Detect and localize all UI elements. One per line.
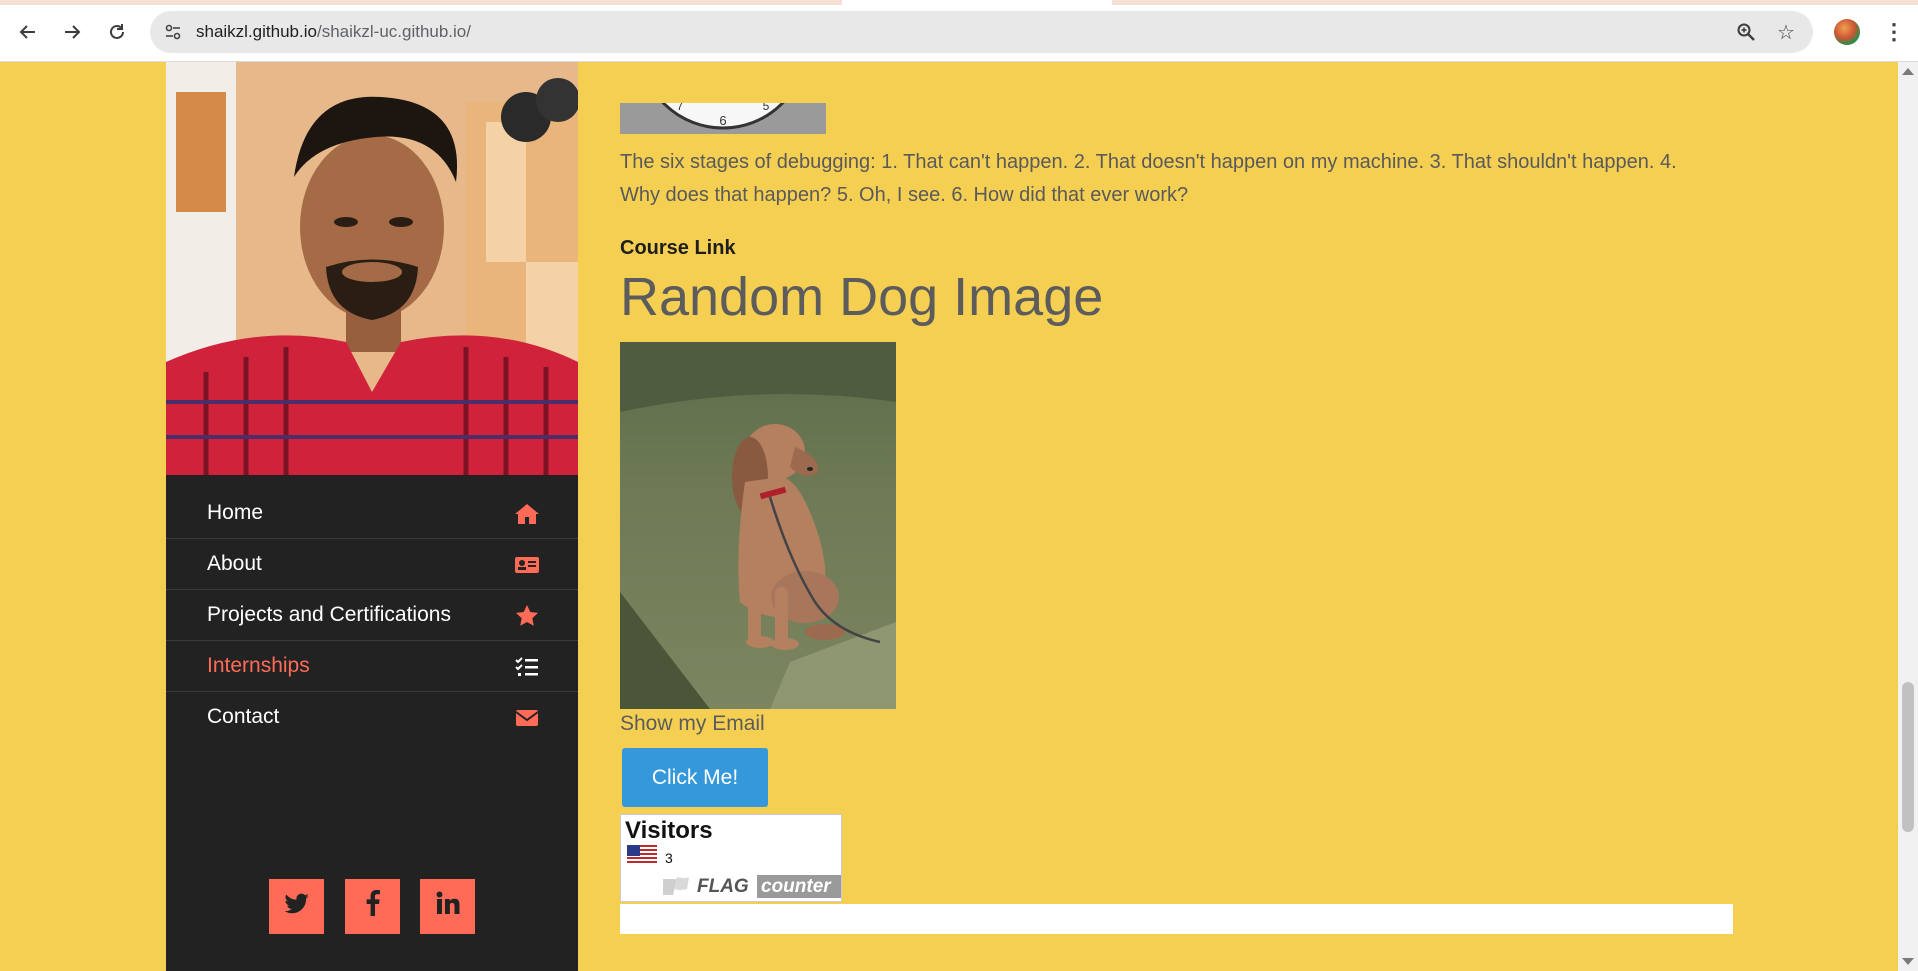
- visitors-title: Visitors: [625, 817, 713, 844]
- twitter-button[interactable]: [269, 879, 324, 934]
- bookmark-star-icon[interactable]: ☆: [1774, 20, 1798, 44]
- url-text[interactable]: shaikzl.github.io/shaikzl-uc.github.io/: [196, 22, 471, 42]
- facebook-button[interactable]: [345, 879, 400, 934]
- clock-digit: 7: [677, 103, 684, 113]
- clock-digit: 6: [719, 113, 726, 128]
- url-host: shaikzl.github.io: [196, 22, 317, 41]
- sidebar-nav: Home About Projects and Certifications I…: [166, 475, 578, 743]
- id-card-icon: [514, 553, 540, 577]
- debugging-quote: The six stages of debugging: 1. That can…: [620, 151, 1677, 206]
- url-path: /shaikzl-uc.github.io/: [316, 22, 471, 41]
- envelope-icon: [514, 706, 540, 730]
- flag-counter-widget[interactable]: Visitors 3 FLAG counter: [620, 814, 842, 902]
- sidebar-item-home[interactable]: Home: [166, 488, 578, 539]
- sidebar-item-contact[interactable]: Contact: [166, 692, 578, 743]
- scroll-up-arrow-icon[interactable]: [1902, 68, 1914, 75]
- site-settings-icon[interactable]: [162, 21, 184, 43]
- twitter-icon: [284, 891, 310, 922]
- home-icon: [514, 502, 540, 526]
- empty-footer-box: [620, 904, 1733, 934]
- sidebar-item-label: Internships: [207, 654, 310, 677]
- sidebar-item-label: Home: [207, 501, 264, 524]
- sidebar: Home About Projects and Certifications I…: [166, 62, 578, 971]
- page-scrollbar[interactable]: [1898, 62, 1918, 971]
- click-me-button[interactable]: Click Me!: [622, 748, 768, 807]
- tasks-icon: [514, 655, 540, 679]
- clock-digit: 5: [763, 103, 770, 113]
- linkedin-button[interactable]: [420, 879, 475, 934]
- flag-counter-text: FLAG: [697, 876, 749, 897]
- dog-section-title: Random Dog Image: [620, 267, 1104, 327]
- scroll-down-arrow-icon[interactable]: [1902, 958, 1914, 965]
- flag-counter-logo: FLAG counter: [663, 875, 841, 899]
- flag-counter-text: counter: [757, 875, 841, 898]
- sidebar-item-projects[interactable]: Projects and Certifications: [166, 590, 578, 641]
- sidebar-item-about[interactable]: About: [166, 539, 578, 590]
- facebook-icon: [366, 890, 380, 923]
- course-link[interactable]: Course Link: [620, 237, 736, 260]
- tab-strip: [0, 0, 1918, 5]
- star-icon: [514, 604, 540, 628]
- random-dog-image: [620, 342, 896, 709]
- sidebar-item-internships[interactable]: Internships: [166, 641, 578, 692]
- zoom-icon[interactable]: [1734, 20, 1758, 44]
- profile-photo: [166, 62, 578, 475]
- sidebar-item-label: About: [207, 552, 262, 575]
- visitor-count: 3: [665, 850, 673, 866]
- reload-icon[interactable]: [103, 18, 131, 46]
- browser-toolbar: shaikzl.github.io/shaikzl-uc.github.io/ …: [0, 0, 1918, 62]
- linkedin-icon: [436, 891, 460, 922]
- profile-avatar[interactable]: [1834, 19, 1860, 45]
- address-bar[interactable]: shaikzl.github.io/shaikzl-uc.github.io/ …: [150, 11, 1813, 53]
- browser-menu-icon[interactable]: ⋮: [1883, 18, 1905, 46]
- show-email-label: Show my Email: [620, 712, 765, 735]
- sidebar-item-label: Projects and Certifications: [207, 603, 451, 626]
- us-flag-icon: [627, 845, 657, 865]
- scrollbar-thumb[interactable]: [1902, 682, 1914, 832]
- back-icon[interactable]: [14, 18, 42, 46]
- sidebar-item-label: Contact: [207, 705, 280, 728]
- forward-icon[interactable]: [58, 18, 86, 46]
- clock-image: 6 5 7: [620, 103, 826, 134]
